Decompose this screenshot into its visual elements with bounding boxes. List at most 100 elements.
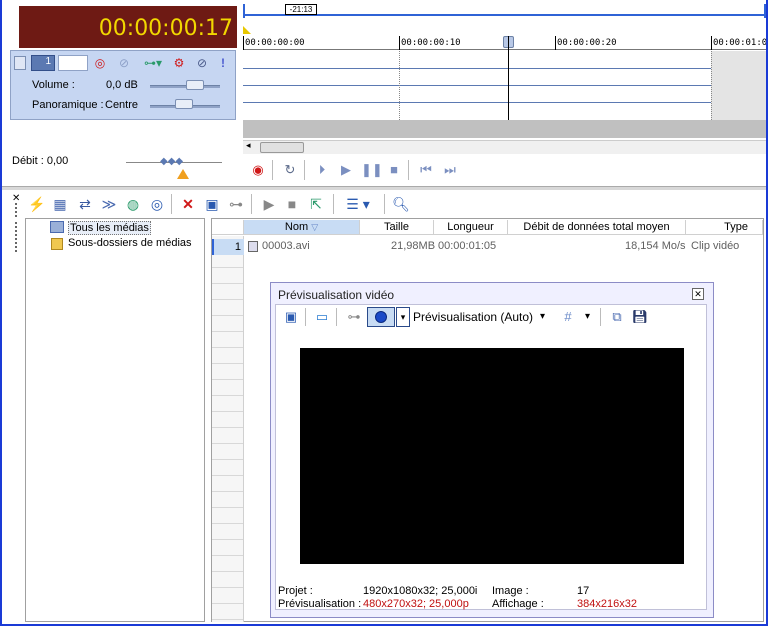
arm-record-icon[interactable]: ◎	[93, 56, 107, 70]
timeline-scroll-thumb[interactable]	[260, 142, 304, 153]
timeline-scrollbar[interactable]	[243, 140, 766, 154]
ruler-label-0: 00:00:00:00	[245, 38, 305, 48]
column-header-index	[212, 220, 244, 235]
save-snapshot-icon[interactable]: 💾︎	[630, 308, 650, 326]
display-label: Affichage :	[492, 598, 544, 610]
preview-value: 480x270x32; 25,000p	[363, 598, 469, 610]
timeline-start-marker-icon	[243, 4, 245, 18]
film-folder-icon	[50, 221, 64, 233]
rate-slider-thumb[interactable]: ◆◆◆	[160, 156, 184, 168]
column-header-type[interactable]: Type	[686, 220, 763, 235]
auto-preview-icon[interactable]: ⇱	[307, 195, 325, 213]
go-to-end-button[interactable]: ⏭	[441, 162, 459, 178]
go-to-start-button[interactable]: ⏮	[417, 162, 435, 178]
frame-value: 17	[577, 585, 590, 597]
close-icon[interactable]: ✕	[692, 288, 704, 300]
column-header-size[interactable]: Taille	[360, 220, 434, 235]
views-icon[interactable]: ☰ ▾	[342, 195, 374, 213]
play-from-start-button[interactable]: ⏵	[313, 162, 331, 178]
track-minimize-button[interactable]	[14, 56, 26, 70]
cell-size: 21,98MB	[391, 240, 436, 252]
invert-phase-icon[interactable]: ⊘	[117, 56, 131, 70]
track-number: 1	[31, 55, 55, 71]
grid-line	[711, 51, 712, 120]
column-name-label: Nom	[284, 221, 309, 233]
track-name-field[interactable]	[58, 55, 88, 71]
quality-dropdown-arrow-icon[interactable]: ▾	[540, 311, 545, 322]
column-header-length[interactable]: Longueur	[434, 220, 508, 235]
volume-slider-track[interactable]	[150, 85, 220, 88]
import-media-icon[interactable]: ⚡	[28, 195, 46, 213]
preview-properties-icon[interactable]: ▣	[281, 308, 301, 326]
zoom-icon[interactable]: 🔍︎	[392, 195, 410, 213]
sort-arrow-icon: ▽	[311, 222, 319, 232]
tree-item-subfolders[interactable]: Sous-dossiers de médias	[68, 237, 192, 249]
grid-line	[399, 51, 400, 120]
mute-icon[interactable]: ⊘	[195, 56, 209, 70]
overlays-dropdown-icon[interactable]: ▾	[585, 311, 590, 322]
copy-snapshot-icon[interactable]: ⧉	[607, 308, 627, 326]
column-header-rate[interactable]: Débit de données total moyen	[508, 220, 686, 235]
folder-icon	[51, 238, 63, 250]
external-monitor-icon[interactable]: ▭	[312, 308, 332, 326]
video-file-icon	[248, 241, 258, 252]
volume-value: 0,0 dB	[106, 79, 138, 91]
rate-label: Débit : 0,00	[12, 155, 69, 167]
solo-icon[interactable]: !	[216, 56, 230, 70]
panel-grip[interactable]	[15, 203, 18, 217]
ruler-label-3: 00:00:01:05	[713, 38, 768, 48]
preview-quality-dropdown[interactable]: Prévisualisation (Auto)	[413, 310, 533, 324]
preview-play-icon[interactable]: ▶	[260, 195, 278, 213]
cell-name[interactable]: 00003.avi	[262, 240, 310, 252]
timeline-bottom-band	[243, 120, 766, 138]
media-manager-icon[interactable]: ◍	[124, 195, 142, 213]
search-media-icon[interactable]: ◎	[148, 195, 166, 213]
video-fx-icon[interactable]: ⊶	[344, 308, 364, 326]
toolbar-separator	[305, 308, 306, 326]
column-header-name[interactable]: Nom ▽	[244, 220, 360, 235]
row-number: 1	[212, 239, 244, 255]
tree-item-all-media[interactable]: Tous les médias	[68, 221, 151, 235]
timeline-end-marker-icon	[764, 4, 766, 18]
pause-button[interactable]: ❚❚	[361, 162, 383, 178]
toolbar-separator	[384, 194, 385, 214]
properties-icon[interactable]: ▣	[203, 195, 221, 213]
automation-icon[interactable]: ⚙	[172, 56, 186, 70]
lane-divider	[243, 85, 711, 86]
preview-label: Prévisualisation :	[278, 598, 362, 610]
extract-audio-icon[interactable]: ≫	[100, 195, 118, 213]
ruler-tick	[243, 36, 244, 50]
scroll-left-icon[interactable]: ◂	[246, 140, 251, 151]
toolbar-separator	[171, 194, 172, 214]
capture-video-icon[interactable]: ▦	[51, 195, 69, 213]
timeline-top-bar[interactable]	[243, 6, 766, 16]
media-tree-pane[interactable]	[25, 218, 205, 622]
toolbar-separator	[600, 308, 601, 326]
volume-slider-thumb[interactable]	[186, 80, 204, 90]
preview-title: Prévisualisation vidéo	[278, 288, 395, 302]
split-screen-dropdown-icon[interactable]: ▾	[396, 307, 410, 327]
ruler-tick	[399, 36, 400, 50]
loop-button[interactable]: ↻	[281, 162, 299, 178]
row-number-column	[212, 236, 244, 622]
preview-stop-icon[interactable]: ■	[283, 195, 301, 213]
play-button[interactable]: ▶	[337, 162, 355, 178]
toolbar-separator	[333, 194, 334, 214]
panel-divider[interactable]	[0, 186, 768, 190]
marker-label[interactable]: -21:13	[285, 4, 317, 15]
display-value: 384x216x32	[577, 598, 637, 610]
remove-media-icon[interactable]: ✕	[179, 195, 197, 213]
get-media-icon[interactable]: ⇄	[76, 195, 94, 213]
panel-grip[interactable]	[15, 222, 18, 252]
pan-slider-thumb[interactable]	[175, 99, 193, 109]
record-button[interactable]: ◉	[249, 162, 267, 178]
lane-divider	[243, 102, 711, 103]
rate-center-marker-icon	[177, 169, 189, 179]
media-fx-icon[interactable]: ⊶	[227, 195, 245, 213]
stop-button[interactable]: ■	[385, 162, 403, 178]
project-value: 1920x1080x32; 25,000i	[363, 585, 478, 597]
track-fx-icon[interactable]: ⊶▾	[140, 56, 166, 70]
transport-separator	[304, 160, 305, 180]
overlays-grid-icon[interactable]: #	[558, 308, 578, 326]
ruler-tick	[711, 36, 712, 50]
